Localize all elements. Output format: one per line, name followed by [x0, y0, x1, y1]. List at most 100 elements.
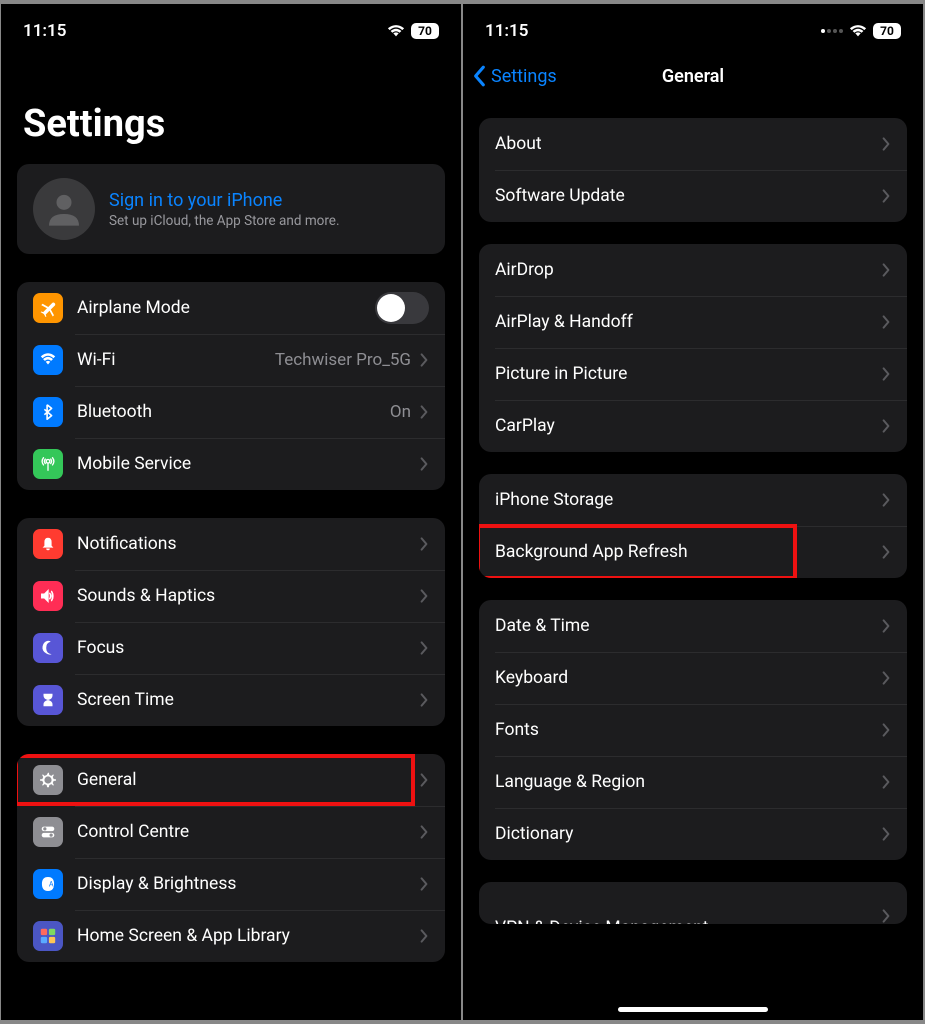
row-airplay-handoff[interactable]: AirPlay & Handoff — [479, 296, 907, 348]
chevron-right-icon — [881, 908, 891, 924]
row-carplay[interactable]: CarPlay — [479, 400, 907, 452]
airplane-icon — [33, 293, 63, 323]
svg-text:A: A — [44, 880, 49, 889]
about-group: About Software Update — [479, 118, 907, 222]
speaker-icon — [33, 581, 63, 611]
row-vpn-device-management[interactable]: VPN & Device Management — [479, 882, 907, 924]
row-general[interactable]: General — [17, 754, 445, 806]
home-indicator[interactable] — [618, 1007, 768, 1012]
row-sounds-haptics[interactable]: Sounds & Haptics — [17, 570, 445, 622]
vpn-group: VPN & Device Management — [479, 882, 907, 924]
row-label: Screen Time — [77, 690, 419, 710]
status-time: 11:15 — [485, 21, 528, 41]
row-label: Display & Brightness — [77, 874, 419, 894]
row-value: Techwiser Pro_5G — [275, 350, 411, 370]
chevron-right-icon — [881, 262, 891, 278]
chevron-right-icon — [881, 366, 891, 382]
cellular-icon — [821, 29, 843, 33]
system-group: General Control Centre AA Display & Brightn… — [17, 754, 445, 962]
chevron-right-icon — [881, 188, 891, 204]
row-dictionary[interactable]: Dictionary — [479, 808, 907, 860]
chevron-right-icon — [419, 456, 429, 472]
row-focus[interactable]: Focus — [17, 622, 445, 674]
row-fonts[interactable]: Fonts — [479, 704, 907, 756]
chevron-right-icon — [419, 692, 429, 708]
sign-in-card[interactable]: Sign in to your iPhone Set up iCloud, th… — [17, 164, 445, 254]
status-bar: 11:15 70 — [463, 4, 923, 52]
chevron-right-icon — [881, 418, 891, 434]
row-label: iPhone Storage — [495, 490, 881, 510]
row-airplane-mode[interactable]: Airplane Mode — [17, 282, 445, 334]
chevron-right-icon — [881, 722, 891, 738]
chevron-right-icon — [881, 544, 891, 560]
row-label: Background App Refresh — [495, 542, 881, 562]
row-language-region[interactable]: Language & Region — [479, 756, 907, 808]
svg-text:A: A — [49, 880, 54, 889]
gear-icon — [33, 765, 63, 795]
row-label: Mobile Service — [77, 454, 419, 474]
row-wifi[interactable]: Wi-FiTechwiser Pro_5G — [17, 334, 445, 386]
chevron-right-icon — [881, 492, 891, 508]
settings-screen: 11:15 70 Settings Sign in to your iPhone… — [1, 4, 461, 1020]
alerts-group: NotificationsSounds & Haptics Focus Screen… — [17, 518, 445, 726]
row-label: Airplane Mode — [77, 298, 375, 318]
chevron-right-icon — [419, 824, 429, 840]
bell-icon — [33, 529, 63, 559]
chevron-right-icon — [419, 772, 429, 788]
row-about[interactable]: About — [479, 118, 907, 170]
airdrop-group: AirDrop AirPlay & Handoff Picture in Pictu… — [479, 244, 907, 452]
row-label: General — [77, 770, 419, 790]
general-screen: 11:15 70 Settings General About Software … — [463, 4, 923, 1020]
row-bluetooth[interactable]: BluetoothOn — [17, 386, 445, 438]
row-airdrop[interactable]: AirDrop — [479, 244, 907, 296]
toggle-switch[interactable] — [375, 292, 429, 324]
row-label: AirPlay & Handoff — [495, 312, 881, 332]
date-group: Date & Time Keyboard Fonts Language & Regio… — [479, 600, 907, 860]
row-iphone-storage[interactable]: iPhone Storage — [479, 474, 907, 526]
row-keyboard[interactable]: Keyboard — [479, 652, 907, 704]
battery-level: 70 — [411, 23, 439, 39]
row-label: Language & Region — [495, 772, 881, 792]
row-label: Fonts — [495, 720, 881, 740]
row-label: VPN & Device Management — [495, 918, 881, 924]
back-button[interactable]: Settings — [473, 65, 557, 87]
row-screen-time[interactable]: Screen Time — [17, 674, 445, 726]
avatar-icon — [33, 178, 95, 240]
row-label: Focus — [77, 638, 419, 658]
sign-in-subtitle: Set up iCloud, the App Store and more. — [109, 213, 429, 229]
wifi-icon — [33, 345, 63, 375]
row-notifications[interactable]: Notifications — [17, 518, 445, 570]
row-home-screen[interactable]: Home Screen & App Library — [17, 910, 445, 962]
chevron-right-icon — [881, 618, 891, 634]
page-title: Settings — [1, 52, 461, 164]
row-label: About — [495, 134, 881, 154]
chevron-right-icon — [419, 536, 429, 552]
chevron-right-icon — [419, 928, 429, 944]
row-value: On — [390, 402, 411, 422]
row-label: Control Centre — [77, 822, 419, 842]
row-label: Home Screen & App Library — [77, 926, 419, 946]
chevron-right-icon — [881, 826, 891, 842]
row-display-brightness[interactable]: AA Display & Brightness — [17, 858, 445, 910]
chevron-left-icon — [473, 65, 487, 87]
row-label: AirDrop — [495, 260, 881, 280]
wifi-icon — [849, 24, 867, 38]
chevron-right-icon — [419, 588, 429, 604]
antenna-icon — [33, 449, 63, 479]
chevron-right-icon — [881, 774, 891, 790]
switches-icon — [33, 817, 63, 847]
row-software-update[interactable]: Software Update — [479, 170, 907, 222]
storage-group: iPhone Storage Background App Refresh — [479, 474, 907, 578]
row-background-app-refresh[interactable]: Background App Refresh — [479, 526, 907, 578]
row-control-centre[interactable]: Control Centre — [17, 806, 445, 858]
grid-icon — [33, 921, 63, 951]
row-picture-in-picture[interactable]: Picture in Picture — [479, 348, 907, 400]
back-label: Settings — [491, 66, 557, 87]
nav-title: General — [662, 66, 724, 87]
chevron-right-icon — [419, 352, 429, 368]
nav-bar: Settings General — [463, 52, 923, 100]
chevron-right-icon — [419, 404, 429, 420]
row-mobile-service[interactable]: Mobile Service — [17, 438, 445, 490]
row-date-time[interactable]: Date & Time — [479, 600, 907, 652]
row-label: Keyboard — [495, 668, 881, 688]
